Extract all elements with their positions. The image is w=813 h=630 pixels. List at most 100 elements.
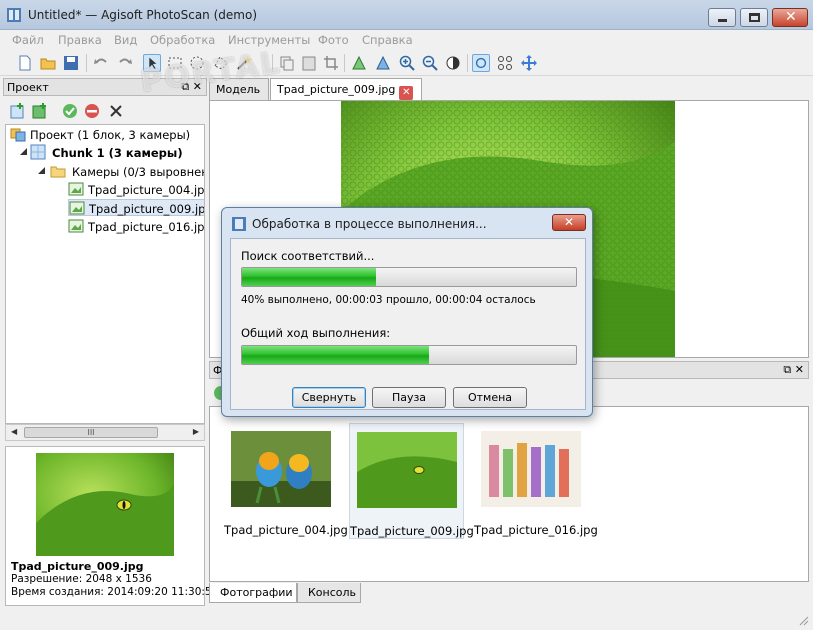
- minimize-icon: [718, 19, 727, 22]
- crop-icon[interactable]: [322, 54, 340, 72]
- save-icon[interactable]: [62, 54, 80, 72]
- menu-edit[interactable]: Правка: [58, 33, 102, 47]
- open-folder-icon[interactable]: [39, 54, 57, 72]
- enable-camera-icon[interactable]: [61, 102, 79, 120]
- film-icon: [232, 217, 246, 231]
- project-icon: [10, 128, 26, 142]
- panel-float-close-buttons[interactable]: ⧉ ✕: [783, 363, 804, 377]
- thumbnail-image: [481, 431, 581, 507]
- close-icon: ✕: [785, 9, 797, 25]
- magic-wand-icon[interactable]: [235, 54, 253, 72]
- tab-model[interactable]: Модель: [209, 78, 269, 100]
- image-icon: [69, 201, 85, 215]
- tab-label: Tpad_picture_009.jpg: [277, 83, 396, 96]
- remove-icon[interactable]: [107, 102, 125, 120]
- brightness-icon[interactable]: [444, 54, 462, 72]
- tree-label: Камеры (0/3 выровнено): [72, 165, 204, 179]
- tree-label: Tpad_picture_009.jpg,: [89, 202, 205, 216]
- camera-view-icon[interactable]: [472, 54, 490, 72]
- minimize-dialog-button[interactable]: Свернуть: [292, 387, 366, 408]
- add-chunk-icon[interactable]: [9, 102, 27, 120]
- free-select-icon[interactable]: [212, 54, 230, 72]
- panel-float-close-buttons[interactable]: ⧉ ✕: [181, 80, 202, 94]
- disable-camera-icon[interactable]: [83, 102, 101, 120]
- paste-icon[interactable]: [300, 54, 318, 72]
- circle-select-icon[interactable]: [188, 54, 206, 72]
- image-icon: [68, 219, 84, 233]
- current-task-label: Поиск соответствий...: [241, 249, 375, 263]
- scroll-right-icon[interactable]: ▶: [193, 427, 199, 436]
- preview-file-name: Tpad_picture_009.jpg: [11, 560, 144, 573]
- tab-console[interactable]: Консоль: [297, 583, 361, 603]
- overall-progress-bar: [241, 345, 577, 365]
- scroll-left-icon[interactable]: ◀: [11, 427, 17, 436]
- task-progress-bar: [241, 267, 577, 287]
- thumbnail-image: [231, 431, 331, 507]
- tab-photos[interactable]: Фотографии: [209, 583, 297, 603]
- tree-horizontal-scrollbar[interactable]: ◀ III ▶: [5, 424, 205, 441]
- expand-arrow-icon[interactable]: [34, 163, 50, 179]
- photo-thumbnail-selected[interactable]: Tpad_picture_009.jpg: [349, 423, 474, 539]
- grid-view-icon[interactable]: [496, 54, 514, 72]
- tree-label: Tpad_picture_016.jpg,: [88, 220, 205, 234]
- dialog-close-button[interactable]: ✕: [552, 214, 586, 231]
- thumbnail-name: Tpad_picture_009.jpg: [350, 524, 474, 538]
- status-bar: [0, 608, 813, 630]
- tree-item-photo-selected[interactable]: Tpad_picture_009.jpg,: [68, 199, 205, 216]
- menu-photo[interactable]: Фото: [318, 33, 349, 47]
- overall-progress-label: Общий ход выполнения:: [241, 326, 391, 340]
- preview-image: [36, 453, 174, 556]
- title-bar: Untitled* — Agisoft PhotoScan (demo) ✕: [0, 0, 813, 30]
- photo-preview-panel: Tpad_picture_009.jpg Разрешение: 2048 x …: [5, 446, 218, 606]
- menu-tools[interactable]: Инструменты: [228, 33, 310, 47]
- close-window-button[interactable]: ✕: [772, 8, 808, 27]
- undo-icon[interactable]: [92, 54, 110, 72]
- scroll-thumb[interactable]: III: [24, 427, 158, 438]
- app-icon: [7, 8, 21, 22]
- add-photos-icon[interactable]: [31, 102, 49, 120]
- navigation-tool-icon[interactable]: [143, 54, 161, 72]
- photo-thumbnail[interactable]: Tpad_picture_016.jpg: [474, 423, 598, 539]
- tab-photo[interactable]: Tpad_picture_009.jpg ✕: [270, 78, 422, 100]
- zoom-out-icon[interactable]: [421, 54, 439, 72]
- rectangle-select-icon[interactable]: [166, 54, 184, 72]
- new-file-icon[interactable]: [16, 54, 34, 72]
- window-title: Untitled* — Agisoft PhotoScan (demo): [28, 8, 257, 22]
- menu-workflow[interactable]: Обработка: [150, 33, 215, 47]
- move-icon[interactable]: [520, 54, 538, 72]
- photo-thumbnail[interactable]: Tpad_picture_004.jpg: [224, 423, 348, 539]
- redo-icon[interactable]: [116, 54, 134, 72]
- zoom-in-icon[interactable]: [398, 54, 416, 72]
- chunk-icon: [30, 144, 46, 160]
- dialog-title: Обработка в процессе выполнения...: [252, 217, 487, 231]
- minimize-button[interactable]: [708, 8, 736, 27]
- project-panel-title: Проект: [7, 81, 49, 94]
- dialog-body: Поиск соответствий... 40% выполнено, 00:…: [230, 238, 586, 410]
- main-toolbar: [0, 50, 813, 76]
- pause-button[interactable]: Пауза: [372, 387, 446, 408]
- task-progress-fill: [242, 268, 376, 286]
- copy-icon[interactable]: [278, 54, 296, 72]
- cancel-button[interactable]: Отмена: [453, 387, 527, 408]
- progress-dialog: Обработка в процессе выполнения... ✕ Пои…: [221, 207, 593, 417]
- close-tab-icon[interactable]: ✕: [399, 86, 414, 100]
- menu-help[interactable]: Справка: [362, 33, 413, 47]
- project-panel-header: Проект ⧉ ✕: [3, 78, 207, 96]
- tab-label: Консоль: [308, 586, 357, 599]
- resize-grip-icon[interactable]: [799, 616, 809, 626]
- maximize-button[interactable]: [740, 8, 768, 27]
- preview-created-time: Время создания: 2014:09:20 11:30:58: [11, 586, 219, 598]
- menu-file[interactable]: Файл: [12, 33, 44, 47]
- rotate-right-icon[interactable]: [374, 54, 392, 72]
- progress-status-text: 40% выполнено, 00:00:03 прошло, 00:00:04…: [241, 294, 536, 306]
- tab-label: Фотографии: [220, 586, 293, 599]
- tree-label: Chunk 1 (3 камеры): [52, 146, 183, 160]
- dialog-title-bar[interactable]: Обработка в процессе выполнения... ✕: [222, 208, 592, 238]
- thumbnail-name: Tpad_picture_004.jpg: [224, 523, 348, 537]
- rotate-left-icon[interactable]: [350, 54, 368, 72]
- menu-bar: Файл Правка Вид Обработка Инструменты Фо…: [0, 30, 813, 50]
- folder-icon: [50, 166, 66, 178]
- thumbnail-name: Tpad_picture_016.jpg: [474, 523, 598, 537]
- project-tree: Проект (1 блок, 3 камеры) Chunk 1 (3 кам…: [5, 124, 205, 424]
- menu-view[interactable]: Вид: [114, 33, 137, 47]
